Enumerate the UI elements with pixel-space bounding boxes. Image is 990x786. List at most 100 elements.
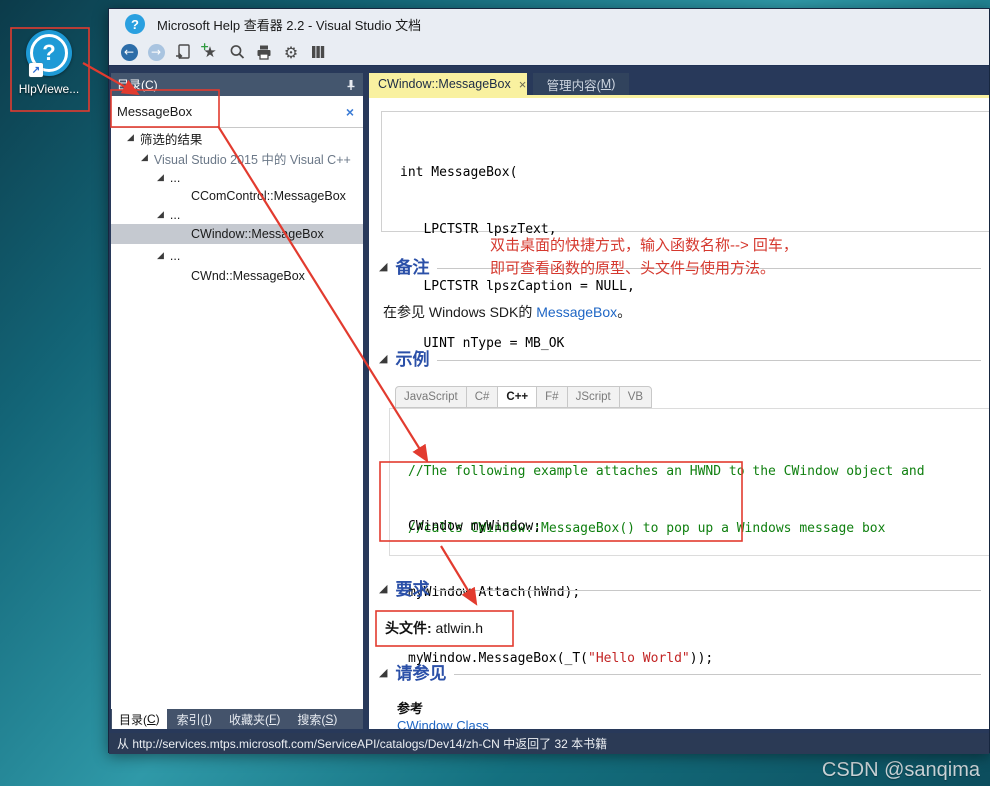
annotation-note-line1: 双击桌面的快捷方式，输入函数名称--> 回车， bbox=[490, 237, 798, 254]
tree-item-ellipsis[interactable]: ◢... bbox=[111, 205, 363, 225]
help-viewer-window: ? Microsoft Help 查看器 2.2 - Visual Studio… bbox=[108, 8, 990, 754]
tree-item-vs2015-vc[interactable]: ◢ Visual Studio 2015 中的 Visual C++ bbox=[111, 148, 363, 168]
pin-icon[interactable] bbox=[345, 79, 357, 91]
collapse-triangle-icon[interactable]: ◢ bbox=[379, 666, 387, 679]
sync-toc-icon bbox=[176, 44, 190, 59]
section-title[interactable]: 要求 bbox=[395, 575, 429, 600]
expander-icon[interactable]: ◢ bbox=[127, 133, 134, 143]
section-title[interactable]: 请参见 bbox=[395, 659, 446, 684]
manage-content-button[interactable] bbox=[308, 42, 328, 62]
section-example: ◢ 示例 bbox=[379, 345, 981, 370]
lang-tab-csharp[interactable]: C# bbox=[467, 387, 499, 407]
title-bar[interactable]: ? Microsoft Help 查看器 2.2 - Visual Studio… bbox=[109, 9, 989, 39]
doc-tab-label: CWindow::MessageBox bbox=[378, 77, 511, 91]
watermark: CSDN @sanqima bbox=[821, 759, 980, 781]
expander-icon[interactable]: ◢ bbox=[157, 210, 164, 220]
search-button[interactable] bbox=[227, 42, 247, 62]
tree-item-label: ... bbox=[169, 208, 181, 222]
document-body: int MessageBox( LPCTSTR lpszText, LPCTST… bbox=[369, 98, 989, 729]
document-tabstrip: CWindow::MessageBox × 管理内容(M) bbox=[369, 73, 989, 98]
toc-header-accesskey: C bbox=[145, 77, 154, 92]
lang-tab-cpp[interactable]: C++ bbox=[498, 387, 538, 407]
tree-item-label: ... bbox=[169, 171, 181, 185]
books-icon bbox=[312, 46, 325, 58]
document-pane: CWindow::MessageBox × 管理内容(M) int Messag… bbox=[369, 73, 989, 729]
collapse-triangle-icon[interactable]: ◢ bbox=[379, 582, 387, 595]
tab-cwindow-messagebox[interactable]: CWindow::MessageBox × bbox=[369, 73, 527, 95]
section-see-also: ◢ 请参见 bbox=[379, 659, 981, 684]
language-tabs: JavaScript C# C++ F# JScript VB bbox=[395, 386, 653, 408]
forward-button[interactable]: → bbox=[146, 42, 166, 62]
tree-item-label: CWnd::MessageBox bbox=[191, 269, 305, 283]
expander-icon[interactable]: ◢ bbox=[141, 153, 148, 163]
tab-contents[interactable]: 目录(C) bbox=[112, 709, 167, 729]
back-button[interactable]: ← bbox=[119, 42, 139, 62]
tree-item-label: Visual Studio 2015 中的 Visual C++ bbox=[153, 152, 351, 167]
toc-panel-header: 目录(C) bbox=[111, 73, 363, 96]
header-file-label: 头文件: bbox=[385, 620, 432, 636]
tab-search[interactable]: 搜索(S) bbox=[290, 709, 344, 729]
toc-header-label-end: ) bbox=[153, 77, 158, 92]
tree-item-cwindow-messagebox-selected[interactable]: CWindow::MessageBox bbox=[111, 224, 363, 244]
lang-tab-fsharp[interactable]: F# bbox=[537, 387, 568, 407]
status-bar: 从 http://services.mtps.microsoft.com/Ser… bbox=[109, 733, 989, 754]
tree-item-ellipsis[interactable]: ◢... bbox=[111, 246, 363, 266]
search-icon bbox=[230, 45, 245, 59]
tree-item-label: 筛选的结果 bbox=[139, 132, 203, 147]
header-file-requirement: 头文件: atlwin.h bbox=[385, 618, 483, 638]
toc-search-row: × bbox=[111, 96, 363, 128]
toolbar: ← → ★ + ⚙ bbox=[109, 39, 989, 66]
tree-item-filtered-results[interactable]: ◢ 筛选的结果 bbox=[111, 128, 363, 148]
tree-item-ccomcontrol-messagebox[interactable]: CComControl::MessageBox bbox=[111, 186, 363, 206]
search-input[interactable] bbox=[111, 96, 337, 127]
cwindow-class-link[interactable]: CWindow Class bbox=[397, 718, 489, 729]
plus-icon: + bbox=[200, 40, 210, 53]
syntax-code-block: int MessageBox( LPCTSTR lpszText, LPCTST… bbox=[381, 111, 989, 408]
collapse-triangle-icon[interactable]: ◢ bbox=[379, 352, 387, 365]
tree-item-label: CWindow::MessageBox bbox=[191, 227, 324, 241]
shortcut-arrow-icon: ↗ bbox=[29, 63, 43, 77]
desktop-shortcut-help-viewer[interactable]: ? ↗ HlpViewe... bbox=[14, 30, 84, 96]
messagebox-link[interactable]: MessageBox bbox=[536, 304, 617, 320]
expander-icon[interactable]: ◢ bbox=[157, 173, 164, 183]
toc-panel: 目录(C) × ◢ 筛选的结果 ◢ Visual Studio 2015 中的 Vi… bbox=[111, 73, 363, 729]
printer-icon bbox=[257, 45, 271, 60]
print-button[interactable] bbox=[254, 42, 274, 62]
toc-tree: ◢ 筛选的结果 ◢ Visual Studio 2015 中的 Visual C++… bbox=[111, 128, 363, 709]
tree-item-label: ... bbox=[169, 249, 181, 263]
sync-toc-button[interactable] bbox=[173, 42, 193, 62]
tree-item-label: CComControl::MessageBox bbox=[191, 189, 346, 203]
annotation-note-line2: 即可查看函数的原型、头文件与使用方法。 bbox=[490, 260, 776, 277]
section-title[interactable]: 示例 bbox=[395, 345, 429, 370]
clear-search-icon[interactable]: × bbox=[337, 104, 363, 120]
gear-icon: ⚙ bbox=[283, 42, 299, 62]
expander-icon[interactable]: ◢ bbox=[157, 251, 164, 261]
collapse-triangle-icon[interactable]: ◢ bbox=[379, 260, 387, 273]
help-badge-icon: ? bbox=[125, 14, 145, 34]
help-viewer-icon: ? ↗ bbox=[26, 30, 72, 77]
close-tab-icon[interactable]: × bbox=[519, 77, 527, 92]
window-title: Microsoft Help 查看器 2.2 - Visual Studio 文… bbox=[157, 17, 422, 33]
example-code-block: //The following example attaches an HWND… bbox=[389, 408, 989, 666]
toc-header-label: 目录( bbox=[117, 78, 145, 92]
lang-tab-jscript[interactable]: JScript bbox=[568, 387, 620, 407]
status-text: 从 http://services.mtps.microsoft.com/Ser… bbox=[117, 737, 608, 751]
back-icon: ← bbox=[120, 43, 138, 61]
code-line: CWindow myWindow; bbox=[408, 519, 542, 534]
forward-icon: → bbox=[147, 43, 165, 61]
tree-item-cwnd-messagebox[interactable]: CWnd::MessageBox bbox=[111, 266, 363, 286]
tab-manage-content[interactable]: 管理内容(M) bbox=[533, 73, 629, 95]
settings-button[interactable]: ⚙ bbox=[281, 42, 301, 62]
tab-index[interactable]: 索引(I) bbox=[170, 709, 219, 729]
section-title[interactable]: 备注 bbox=[395, 253, 429, 278]
syntax-line: int MessageBox( bbox=[400, 165, 518, 180]
panel-bottom-tabs: 目录(C) 索引(I) 收藏夹(F) 搜索(S) bbox=[111, 709, 363, 729]
lang-tab-javascript[interactable]: JavaScript bbox=[396, 387, 467, 407]
syntax-line: LPCTSTR lpszCaption = NULL, bbox=[400, 279, 635, 294]
tree-item-ellipsis[interactable]: ◢... bbox=[111, 168, 363, 188]
add-favorite-button[interactable]: ★ + bbox=[200, 40, 220, 62]
remarks-paragraph: 在参见 Windows SDK的 MessageBox。 bbox=[383, 304, 632, 320]
tab-favorites[interactable]: 收藏夹(F) bbox=[222, 709, 287, 729]
see-also-subheading: 参考 bbox=[397, 701, 424, 716]
lang-tab-vb[interactable]: VB bbox=[620, 387, 651, 407]
